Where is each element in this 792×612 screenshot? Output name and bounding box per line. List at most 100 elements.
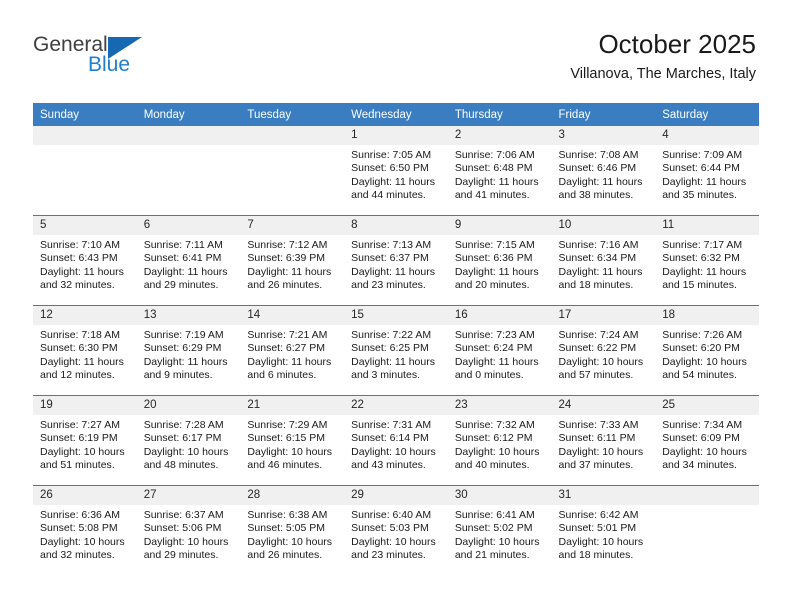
calendar-day-cell[interactable]: 29 Sunrise: 6:40 AM Sunset: 5:03 PM Dayligh… [344,485,448,575]
calendar-day-cell[interactable]: 3 Sunrise: 7:08 AM Sunset: 6:46 PM Daylight… [551,126,656,216]
calendar-day-cell[interactable]: 4 Sunrise: 7:09 AM Sunset: 6:44 PM Daylight… [655,126,759,216]
daylight-text-line2: and 21 minutes. [454,548,530,561]
calendar-day-cell[interactable]: 7 Sunrise: 7:12 AM Sunset: 6:39 PM Daylight… [240,215,345,306]
calendar-day-cell[interactable]: 21 Sunrise: 7:29 AM Sunset: 6:15 PM Dayligh… [240,395,345,486]
calendar-day-cell[interactable]: 28 Sunrise: 6:38 AM Sunset: 5:05 PM Dayligh… [240,485,345,575]
day-details: Sunrise: 7:27 AM Sunset: 6:19 PM Daylight:… [33,415,137,472]
calendar-day-cell[interactable]: 24 Sunrise: 7:33 AM Sunset: 6:11 PM Dayligh… [551,395,656,486]
general-blue-logo[interactable]: General Blue [33,33,163,79]
sunset-text: Sunset: 6:12 PM [454,432,533,445]
calendar-day-cell[interactable]: 27 Sunrise: 6:37 AM Sunset: 5:06 PM Dayligh… [136,485,241,575]
sunset-text: Sunset: 6:25 PM [351,342,429,355]
sunrise-text: Sunrise: 7:13 AM [351,239,432,251]
calendar-day-cell[interactable]: 30 Sunrise: 6:41 AM Sunset: 5:02 PM Dayligh… [447,485,552,575]
day-number: 26 [33,486,137,505]
sunrise-text: Sunrise: 6:41 AM [454,509,535,521]
day-number: 6 [136,216,241,235]
daylight-text-line2: and 48 minutes. [143,458,219,471]
daylight-text-line2: and 3 minutes. [351,368,420,381]
calendar-week-row: 1 Sunrise: 7:05 AM Sunset: 6:50 PM Daylight… [33,126,759,216]
sunrise-text: Sunrise: 7:16 AM [558,239,639,251]
sunset-text: Sunset: 6:34 PM [558,252,637,265]
sunrise-text: Sunrise: 7:05 AM [351,149,432,161]
sunrise-text: Sunrise: 7:27 AM [40,419,120,431]
day-number [136,126,241,145]
daylight-text-line1: Daylight: 10 hours [662,445,747,458]
daylight-text-line2: and 0 minutes. [454,368,524,381]
daylight-text-line2: and 20 minutes. [454,278,530,291]
sunrise-text: Sunrise: 6:36 AM [40,509,120,521]
sunset-text: Sunset: 5:05 PM [247,522,326,535]
sunset-text: Sunset: 6:32 PM [662,252,740,265]
sunset-text: Sunset: 6:43 PM [40,252,118,265]
calendar-day-cell[interactable]: 13 Sunrise: 7:19 AM Sunset: 6:29 PM Dayligh… [136,305,241,396]
day-number: 8 [344,216,448,235]
daylight-text-line2: and 6 minutes. [247,368,317,381]
daylight-text-line2: and 29 minutes. [143,278,219,291]
sunrise-text: Sunrise: 7:15 AM [454,239,535,251]
daylight-text-line1: Daylight: 11 hours [143,355,228,368]
weekday-header-thursday: Thursday [447,103,552,126]
day-details: Sunrise: 7:21 AM Sunset: 6:27 PM Daylight:… [240,325,344,382]
sunrise-text: Sunrise: 7:28 AM [143,419,224,431]
calendar-day-cell[interactable]: 25 Sunrise: 7:34 AM Sunset: 6:09 PM Dayligh… [655,395,759,486]
sunset-text: Sunset: 6:20 PM [662,342,740,355]
day-details: Sunrise: 7:09 AM Sunset: 6:44 PM Daylight:… [655,145,759,202]
calendar-day-cell[interactable]: 9 Sunrise: 7:15 AM Sunset: 6:36 PM Daylight… [447,215,552,306]
daylight-text-line1: Daylight: 10 hours [40,445,125,458]
calendar-day-cell[interactable]: 16 Sunrise: 7:23 AM Sunset: 6:24 PM Dayligh… [447,305,552,396]
day-number: 18 [655,306,759,325]
daylight-text-line1: Daylight: 10 hours [662,355,747,368]
sunset-text: Sunset: 6:19 PM [40,432,118,445]
daylight-text-line2: and 35 minutes. [662,188,737,201]
calendar-day-cell[interactable]: 6 Sunrise: 7:11 AM Sunset: 6:41 PM Daylight… [136,215,241,306]
day-number: 11 [655,216,759,235]
calendar-day-cell[interactable]: 5 Sunrise: 7:10 AM Sunset: 6:43 PM Daylight… [33,215,137,306]
day-number: 20 [136,396,241,415]
sunset-text: Sunset: 6:48 PM [454,162,533,175]
day-number: 9 [447,216,552,235]
calendar-day-cell[interactable]: 26 Sunrise: 6:36 AM Sunset: 5:08 PM Dayligh… [33,485,137,575]
daylight-text-line1: Daylight: 10 hours [351,535,436,548]
sunset-text: Sunset: 6:50 PM [351,162,429,175]
calendar-day-cell[interactable]: 8 Sunrise: 7:13 AM Sunset: 6:37 PM Daylight… [344,215,448,306]
day-number: 19 [33,396,137,415]
calendar-day-cell[interactable]: 23 Sunrise: 7:32 AM Sunset: 6:12 PM Dayligh… [447,395,552,486]
day-details: Sunrise: 7:19 AM Sunset: 6:29 PM Daylight:… [137,325,241,382]
calendar-day-cell[interactable]: 20 Sunrise: 7:28 AM Sunset: 6:17 PM Dayligh… [136,395,241,486]
calendar-day-cell[interactable]: 2 Sunrise: 7:06 AM Sunset: 6:48 PM Daylight… [447,126,552,216]
day-number: 15 [344,306,448,325]
daylight-text-line2: and 15 minutes. [662,278,737,291]
calendar-day-cell[interactable]: 11 Sunrise: 7:17 AM Sunset: 6:32 PM Dayligh… [655,215,759,306]
sunset-text: Sunset: 6:29 PM [143,342,222,355]
calendar-day-cell[interactable]: 19 Sunrise: 7:27 AM Sunset: 6:19 PM Dayligh… [33,395,137,486]
calendar-day-cell-empty [240,126,345,216]
daylight-text-line1: Daylight: 11 hours [247,355,332,368]
calendar-day-cell[interactable]: 14 Sunrise: 7:21 AM Sunset: 6:27 PM Dayligh… [240,305,345,396]
sunrise-text: Sunrise: 7:08 AM [558,149,639,161]
daylight-text-line1: Daylight: 10 hours [40,535,125,548]
sunset-text: Sunset: 6:24 PM [454,342,533,355]
calendar-day-cell[interactable]: 12 Sunrise: 7:18 AM Sunset: 6:30 PM Dayligh… [33,305,137,396]
calendar-day-cell[interactable]: 18 Sunrise: 7:26 AM Sunset: 6:20 PM Dayligh… [655,305,759,396]
daylight-text-line2: and 43 minutes. [351,458,426,471]
day-details: Sunrise: 7:33 AM Sunset: 6:11 PM Daylight:… [552,415,656,472]
calendar-day-cell[interactable]: 10 Sunrise: 7:16 AM Sunset: 6:34 PM Dayligh… [551,215,656,306]
daylight-text-line2: and 26 minutes. [247,548,323,561]
day-details: Sunrise: 7:17 AM Sunset: 6:32 PM Daylight:… [655,235,759,292]
day-details: Sunrise: 7:29 AM Sunset: 6:15 PM Daylight:… [240,415,344,472]
daylight-text-line1: Daylight: 10 hours [247,535,333,548]
daylight-text-line2: and 9 minutes. [143,368,213,381]
sunset-text: Sunset: 6:27 PM [247,342,326,355]
calendar-table: Sunday Monday Tuesday Wednesday Thursday… [33,103,759,575]
calendar-day-cell[interactable]: 22 Sunrise: 7:31 AM Sunset: 6:14 PM Dayligh… [344,395,448,486]
sunrise-text: Sunrise: 7:06 AM [454,149,535,161]
sunrise-text: Sunrise: 7:34 AM [662,419,743,431]
calendar-day-cell[interactable]: 31 Sunrise: 6:42 AM Sunset: 5:01 PM Dayligh… [551,485,656,575]
day-details: Sunrise: 7:16 AM Sunset: 6:34 PM Daylight:… [552,235,656,292]
day-details: Sunrise: 6:38 AM Sunset: 5:05 PM Daylight:… [240,505,344,562]
sunrise-text: Sunrise: 7:33 AM [558,419,639,431]
calendar-day-cell[interactable]: 15 Sunrise: 7:22 AM Sunset: 6:25 PM Dayligh… [344,305,448,396]
calendar-day-cell[interactable]: 1 Sunrise: 7:05 AM Sunset: 6:50 PM Daylight… [344,126,448,216]
calendar-day-cell[interactable]: 17 Sunrise: 7:24 AM Sunset: 6:22 PM Dayligh… [551,305,656,396]
